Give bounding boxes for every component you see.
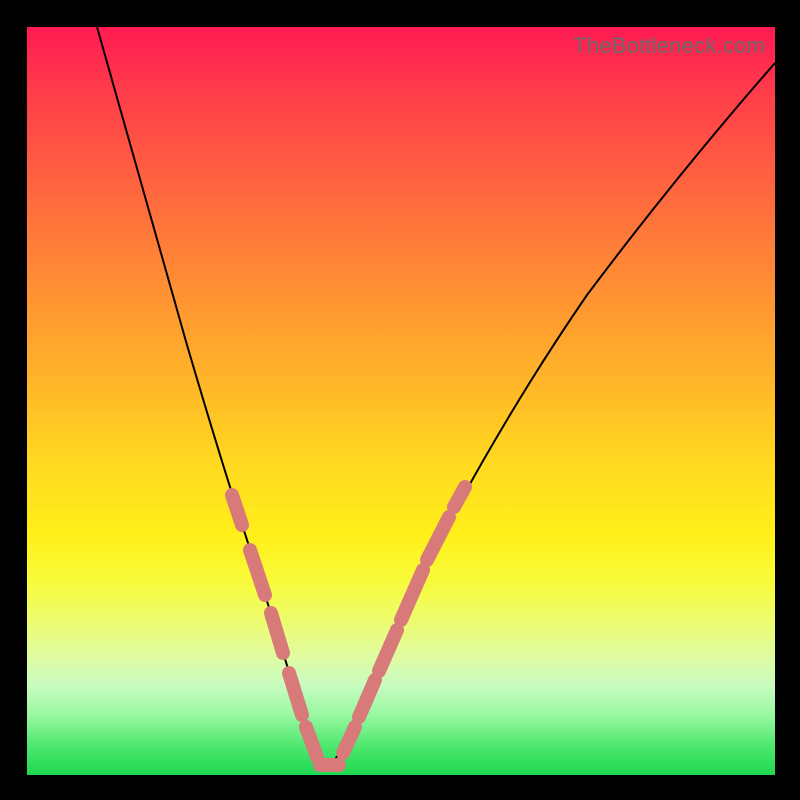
marker-right-6 (454, 487, 465, 507)
right-branch-curve (327, 63, 775, 769)
marker-left-3 (271, 613, 283, 653)
marker-right-2 (359, 680, 375, 717)
curve-layer (27, 27, 775, 775)
marker-left-2 (250, 550, 265, 595)
marker-right-4 (401, 570, 423, 620)
marker-group (232, 487, 465, 765)
plot-area: TheBottleneck.com (27, 27, 775, 775)
left-branch-curve (97, 27, 327, 769)
marker-left-4 (289, 673, 302, 715)
chart-frame: TheBottleneck.com (0, 0, 800, 800)
marker-right-1 (343, 727, 355, 753)
marker-left-1 (232, 495, 242, 525)
marker-right-3 (379, 630, 397, 671)
marker-right-5 (427, 517, 449, 560)
marker-left-5 (306, 727, 317, 757)
